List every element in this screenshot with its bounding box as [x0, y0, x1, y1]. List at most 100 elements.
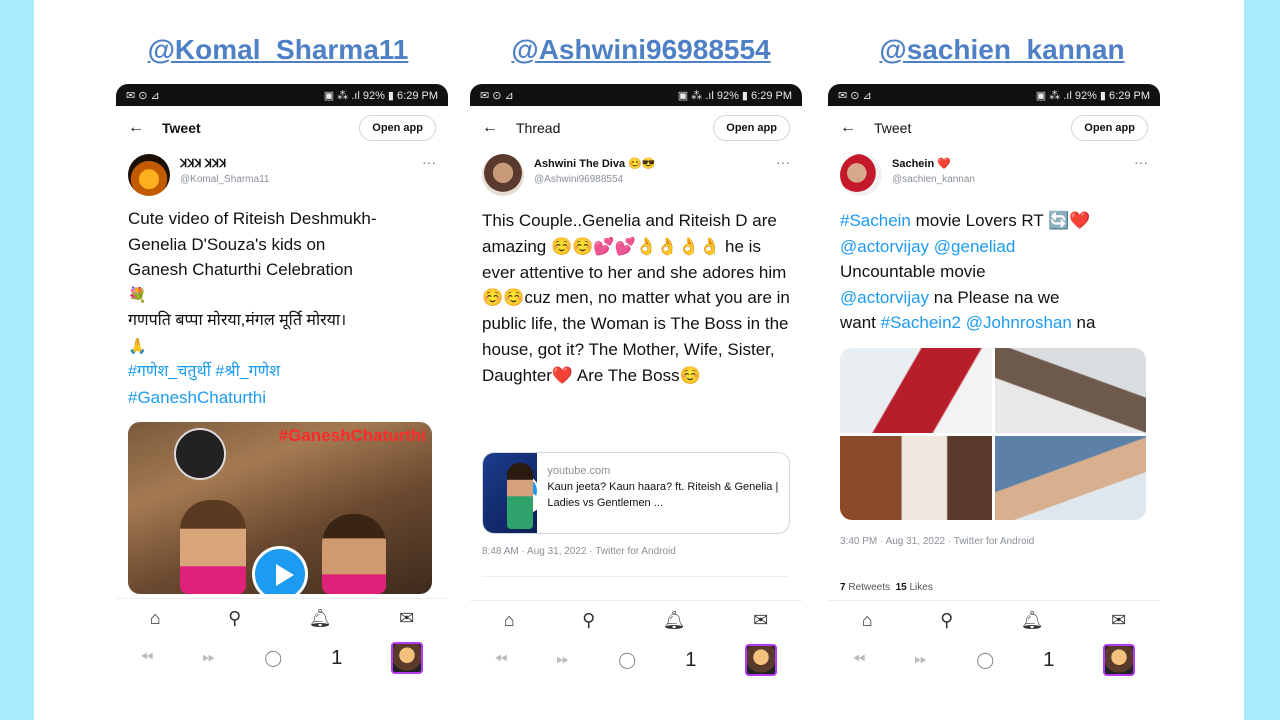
tweet-photo[interactable]: [840, 435, 992, 520]
bell-icon[interactable]: 🔔︎: [1021, 610, 1044, 631]
more-options-icon[interactable]: ···: [776, 154, 790, 170]
handle-komal: @Komal_Sharma11: [147, 34, 409, 65]
avatar[interactable]: [482, 154, 524, 196]
display-name[interactable]: Sachein ❤️: [892, 157, 1134, 170]
likes-count[interactable]: 15: [896, 582, 907, 593]
tab-count[interactable]: 1: [685, 649, 696, 672]
header-title: Tweet: [162, 120, 201, 136]
display-name[interactable]: Ashwini The Diva 😊😎: [534, 157, 776, 170]
home-icon[interactable]: ⌂: [150, 608, 161, 629]
fast-forward-icon[interactable]: ⏩︎: [556, 651, 569, 669]
back-arrow-icon[interactable]: ←: [128, 119, 162, 137]
tweet-video[interactable]: #GaneshChaturthi: [128, 422, 432, 594]
rewind-icon[interactable]: ⏪︎: [853, 651, 866, 669]
avatar[interactable]: [128, 154, 170, 196]
header-title: Tweet: [874, 120, 912, 136]
bottom-nav: ⌂ ⚲ 🔔︎ ✉: [828, 600, 1160, 639]
browser-bar: ⏪︎ ⏩︎ ◯ 1: [828, 640, 1160, 680]
video-logo: [174, 428, 226, 480]
bottom-nav: ⌂ ⚲ 🔔︎ ✉: [470, 600, 802, 639]
collage-canvas: @Komal_Sharma11 @Ashwini96988554 @sachie…: [34, 0, 1244, 720]
tweet-stats: 7 Retweets 15 Likes: [840, 582, 933, 593]
loading-circle-icon[interactable]: ◯: [618, 650, 636, 670]
more-options-icon[interactable]: ···: [1134, 154, 1148, 170]
avatar[interactable]: [840, 154, 882, 196]
status-icons-left: ✉ ⊙ ⊿: [838, 89, 872, 102]
phone-screenshot-3: ✉ ⊙ ⊿ ▣ ⁂ .ıl 92% ▮ 6:29 PM ← Tweet Open…: [828, 84, 1160, 680]
status-icons-right: ▣ ⁂ .ıl 92% ▮ 6:29 PM: [1035, 89, 1150, 102]
child-figure: [180, 500, 246, 594]
tweet-photo[interactable]: [840, 348, 992, 433]
status-icons-left: ✉ ⊙ ⊿: [126, 89, 160, 102]
tweet-header: ← Tweet Open app: [828, 106, 1160, 150]
tweet-line: गणपति बप्पा मोरया,मंगल मूर्ति मोरया।: [128, 312, 347, 329]
username[interactable]: @Ashwini96988554: [534, 174, 776, 185]
hashtag-link[interactable]: #Sachein: [840, 211, 911, 230]
child-figure: [322, 514, 386, 594]
likes-label[interactable]: Likes: [907, 582, 932, 593]
tweet-text-span: na Please na we: [929, 287, 1060, 307]
tweet-text: #Sachein movie Lovers RT 🔄❤️ @actorvijay …: [828, 202, 1160, 336]
bell-icon[interactable]: 🔔︎: [309, 608, 332, 629]
header-title: Thread: [516, 120, 561, 136]
play-icon[interactable]: [252, 546, 308, 594]
mention-link[interactable]: @actorvijay @geneliad: [840, 234, 1148, 260]
status-icons-right: ▣ ⁂ .ıl 92% ▮ 6:29 PM: [677, 89, 792, 102]
hashtag-link[interactable]: #गणेश_चतुर्थी #श्री_गणेश: [128, 359, 436, 385]
profile-avatar[interactable]: [391, 642, 424, 674]
loading-circle-icon[interactable]: ◯: [264, 648, 282, 668]
rewind-icon[interactable]: ⏪︎: [495, 651, 508, 669]
username[interactable]: @Komal_Sharma11: [180, 174, 422, 185]
mention-link[interactable]: @actorvijay: [840, 288, 929, 307]
mail-icon[interactable]: ✉: [399, 608, 414, 629]
mail-icon[interactable]: ✉: [1111, 610, 1126, 631]
open-app-button[interactable]: Open app: [713, 115, 790, 141]
back-arrow-icon[interactable]: ←: [840, 119, 874, 137]
tweet-author: ꓘꓘꓘ ꓘꓘꓘ @Komal_Sharma11 ···: [116, 150, 448, 202]
tweet-author: Sachein ❤️ @sachien_kannan ···: [828, 150, 1160, 202]
search-icon[interactable]: ⚲: [940, 610, 953, 631]
fast-forward-icon[interactable]: ⏩︎: [914, 651, 927, 669]
back-arrow-icon[interactable]: ←: [482, 119, 516, 137]
tweet-line: 🙏: [128, 337, 147, 355]
profile-avatar[interactable]: [1103, 644, 1136, 676]
mail-icon[interactable]: ✉: [753, 610, 768, 631]
open-app-button[interactable]: Open app: [1071, 115, 1148, 141]
handle-ashwini: @Ashwini96988554: [511, 34, 771, 65]
rewind-icon[interactable]: ⏪︎: [141, 649, 154, 667]
mention-link[interactable]: @Johnroshan: [966, 313, 1072, 332]
tweet-meta: 3:40 PM · Aug 31, 2022 · Twitter for And…: [840, 536, 1035, 547]
fast-forward-icon[interactable]: ⏩︎: [202, 649, 215, 667]
username[interactable]: @sachien_kannan: [892, 174, 1134, 185]
link-card[interactable]: youtube.com Kaun jeeta? Kaun haara? ft. …: [482, 452, 790, 534]
profile-avatar[interactable]: [745, 644, 778, 676]
divider: [482, 576, 788, 577]
home-icon[interactable]: ⌂: [862, 610, 873, 631]
tweet-line: Cute video of Riteish Deshmukh-: [128, 209, 377, 228]
search-icon[interactable]: ⚲: [582, 610, 595, 631]
hashtag-link[interactable]: #Sachein2: [881, 313, 961, 332]
more-options-icon[interactable]: ···: [422, 154, 436, 170]
tweet-header: ← Tweet Open app: [116, 106, 448, 150]
status-bar: ✉ ⊙ ⊿ ▣ ⁂ .ıl 92% ▮ 6:29 PM: [116, 84, 448, 106]
tab-count[interactable]: 1: [331, 647, 342, 670]
card-domain: youtube.com: [547, 465, 611, 477]
tab-count[interactable]: 1: [1043, 649, 1054, 672]
card-person: [507, 463, 534, 529]
loading-circle-icon[interactable]: ◯: [976, 650, 994, 670]
hashtag-link[interactable]: #GaneshChaturthi: [128, 385, 436, 411]
display-name[interactable]: ꓘꓘꓘ ꓘꓘꓘ: [180, 157, 422, 170]
tweet-text-span: want: [840, 313, 881, 332]
tweet-text: This Couple..Genelia and Riteish D are a…: [482, 211, 795, 385]
card-title[interactable]: Kaun jeeta? Kaun haara? ft. Riteish & Ge…: [547, 479, 779, 511]
tweet-image-grid[interactable]: [840, 348, 1146, 520]
status-bar: ✉ ⊙ ⊿ ▣ ⁂ .ıl 92% ▮ 6:29 PM: [470, 84, 802, 106]
bell-icon[interactable]: 🔔︎: [663, 610, 686, 631]
open-app-button[interactable]: Open app: [359, 115, 436, 141]
tweet-photo[interactable]: [994, 348, 1146, 433]
thread-header: ← Thread Open app: [470, 106, 802, 150]
search-icon[interactable]: ⚲: [228, 608, 241, 629]
tweet-photo[interactable]: [994, 435, 1146, 520]
retweets-label[interactable]: Retweets: [846, 582, 890, 593]
home-icon[interactable]: ⌂: [504, 610, 515, 631]
